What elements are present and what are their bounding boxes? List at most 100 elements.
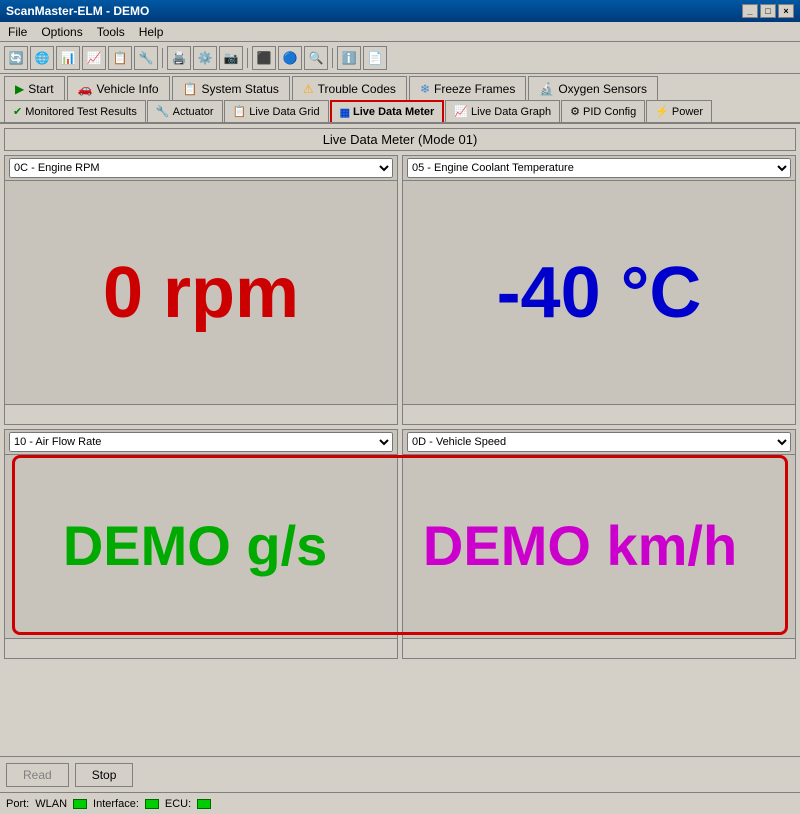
check-icon: ✔	[13, 105, 22, 118]
section-title: Live Data Meter (Mode 01)	[4, 128, 796, 151]
toolbar-btn-11[interactable]: ⬛	[252, 46, 276, 70]
actuator-icon: 🔧	[156, 105, 170, 118]
top-meter-row: 0C - Engine RPM 0 rpm 05 - Engine Coolan…	[4, 155, 796, 425]
grid-icon: 📋	[233, 105, 247, 118]
tab-start-label: Start	[28, 82, 53, 96]
tab-vehicle-info[interactable]: 🚗 Vehicle Info	[67, 76, 170, 100]
toolbar-btn-7[interactable]: 🖨️	[167, 46, 191, 70]
coolant-body: -40 °C	[403, 181, 795, 404]
tab-freeze-frames[interactable]: ❄ Freeze Frames	[409, 76, 526, 100]
menu-options[interactable]: Options	[37, 24, 86, 40]
tab-start[interactable]: ▶ Start	[4, 76, 65, 100]
maximize-btn[interactable]: □	[760, 4, 776, 18]
tab-pid-config[interactable]: ⚙ PID Config	[561, 100, 645, 122]
interface-led	[145, 799, 159, 809]
speed-footer	[403, 638, 795, 658]
tab-trouble-codes-label: Trouble Codes	[318, 82, 396, 96]
port-led	[73, 799, 87, 809]
coolant-footer	[403, 404, 795, 424]
toolbar-btn-8[interactable]: ⚙️	[193, 46, 217, 70]
toolbar-btn-4[interactable]: 📋	[108, 46, 132, 70]
menu-tools[interactable]: Tools	[93, 24, 129, 40]
speed-select[interactable]: 0D - Vehicle Speed	[407, 432, 791, 452]
coolant-value: -40 °C	[497, 252, 702, 334]
tab-trouble-codes[interactable]: ⚠ Trouble Codes	[292, 76, 407, 100]
rpm-cell: 0C - Engine RPM 0 rpm	[4, 155, 398, 425]
toolbar-btn-13[interactable]: 🔍	[304, 46, 328, 70]
tab-live-data-grid-label: Live Data Grid	[249, 106, 319, 118]
status-bar: Port: WLAN Interface: ECU:	[0, 792, 800, 814]
rpm-header: 0C - Engine RPM	[5, 156, 397, 181]
tab-live-data-graph[interactable]: 📈 Live Data Graph	[445, 100, 560, 122]
tab-power[interactable]: ⚡ Power	[646, 100, 712, 122]
speed-header: 0D - Vehicle Speed	[403, 430, 795, 455]
tab-live-data-meter-label: Live Data Meter	[353, 106, 434, 118]
window-title: ScanMaster-ELM - DEMO	[6, 4, 149, 18]
bottom-meter-row: 10 - Air Flow Rate 0D - Vehicle Speed	[4, 429, 796, 659]
tab-live-data-graph-label: Live Data Graph	[471, 106, 551, 118]
tab-oxygen-sensors[interactable]: 🔬 Oxygen Sensors	[528, 76, 658, 100]
tab-system-status[interactable]: 📋 System Status	[172, 76, 290, 100]
read-button[interactable]: Read	[6, 763, 69, 787]
coolant-select[interactable]: 05 - Engine Coolant Temperature	[407, 158, 791, 178]
airflow-cell: 10 - Air Flow Rate	[4, 429, 398, 659]
warning-icon: ⚠	[303, 82, 314, 96]
menu-file[interactable]: File	[4, 24, 31, 40]
tabs-row2: ✔ Monitored Test Results 🔧 Actuator 📋 Li…	[0, 100, 800, 124]
content-area: Live Data Meter (Mode 01) 0C - Engine RP…	[0, 124, 800, 756]
power-icon: ⚡	[655, 105, 669, 118]
tab-actuator[interactable]: 🔧 Actuator	[147, 100, 223, 122]
toolbar: 🔄🌐📊📈📋🔧 🖨️⚙️📷 ⬛🔵🔍 ℹ️📄	[0, 42, 800, 74]
tab-monitored-label: Monitored Test Results	[25, 106, 137, 118]
port-value: WLAN	[35, 798, 67, 810]
toolbar-btn-15[interactable]: ℹ️	[337, 46, 361, 70]
car-icon: 🚗	[78, 82, 93, 96]
tab-oxygen-sensors-label: Oxygen Sensors	[558, 82, 647, 96]
minimize-btn[interactable]: _	[742, 4, 758, 18]
bottom-buttons: Read Stop	[0, 756, 800, 792]
tab-system-status-label: System Status	[202, 82, 279, 96]
rpm-select[interactable]: 0C - Engine RPM	[9, 158, 393, 178]
tab-live-data-meter[interactable]: ▦ Live Data Meter	[330, 100, 445, 122]
menu-help[interactable]: Help	[135, 24, 168, 40]
coolant-header: 05 - Engine Coolant Temperature	[403, 156, 795, 181]
tab-monitored[interactable]: ✔ Monitored Test Results	[4, 100, 146, 122]
toolbar-btn-16[interactable]: 📄	[363, 46, 387, 70]
oxygen-icon: 🔬	[539, 82, 554, 96]
separator-14	[332, 48, 333, 68]
menu-bar: File Options Tools Help	[0, 22, 800, 42]
toolbar-btn-9[interactable]: 📷	[219, 46, 243, 70]
ecu-led	[197, 799, 211, 809]
separator-10	[247, 48, 248, 68]
toolbar-btn-12[interactable]: 🔵	[278, 46, 302, 70]
coolant-cell: 05 - Engine Coolant Temperature -40 °C	[402, 155, 796, 425]
tab-freeze-frames-label: Freeze Frames	[434, 82, 515, 96]
status-icon: 📋	[183, 82, 198, 96]
interface-label: Interface:	[93, 798, 139, 810]
airflow-select[interactable]: 10 - Air Flow Rate	[9, 432, 393, 452]
toolbar-btn-2[interactable]: 📊	[56, 46, 80, 70]
toolbar-btn-3[interactable]: 📈	[82, 46, 106, 70]
airflow-footer	[5, 638, 397, 658]
rpm-footer	[5, 404, 397, 424]
stop-button[interactable]: Stop	[75, 763, 134, 787]
speed-cell: 0D - Vehicle Speed	[402, 429, 796, 659]
ecu-label: ECU:	[165, 798, 191, 810]
toolbar-btn-5[interactable]: 🔧	[134, 46, 158, 70]
toolbar-btn-0[interactable]: 🔄	[4, 46, 28, 70]
play-icon: ▶	[15, 82, 24, 96]
tab-actuator-label: Actuator	[173, 106, 214, 118]
port-label: Port:	[6, 798, 29, 810]
close-btn[interactable]: ×	[778, 4, 794, 18]
bottom-meter-section: 10 - Air Flow Rate 0D - Vehicle Speed	[4, 429, 796, 659]
graph-icon: 📈	[454, 105, 468, 118]
separator-6	[162, 48, 163, 68]
tabs-row1: ▶ Start 🚗 Vehicle Info 📋 System Status ⚠…	[0, 74, 800, 100]
speed-body	[403, 455, 795, 638]
freeze-icon: ❄	[420, 82, 430, 96]
tab-live-data-grid[interactable]: 📋 Live Data Grid	[224, 100, 329, 122]
toolbar-btn-1[interactable]: 🌐	[30, 46, 54, 70]
airflow-body	[5, 455, 397, 638]
title-bar: ScanMaster-ELM - DEMO _ □ ×	[0, 0, 800, 22]
rpm-body: 0 rpm	[5, 181, 397, 404]
